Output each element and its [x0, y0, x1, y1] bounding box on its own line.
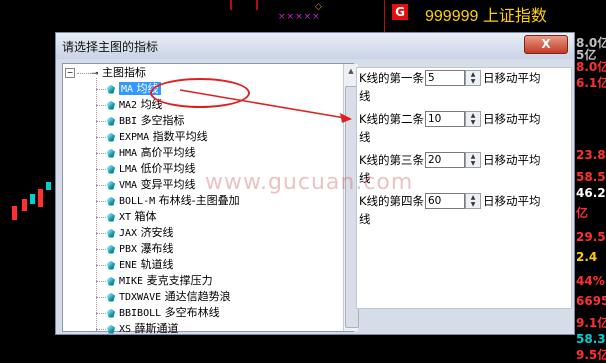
annotation-arrow-icon — [179, 89, 352, 123]
quote-value: 9.5亿 — [576, 348, 606, 362]
